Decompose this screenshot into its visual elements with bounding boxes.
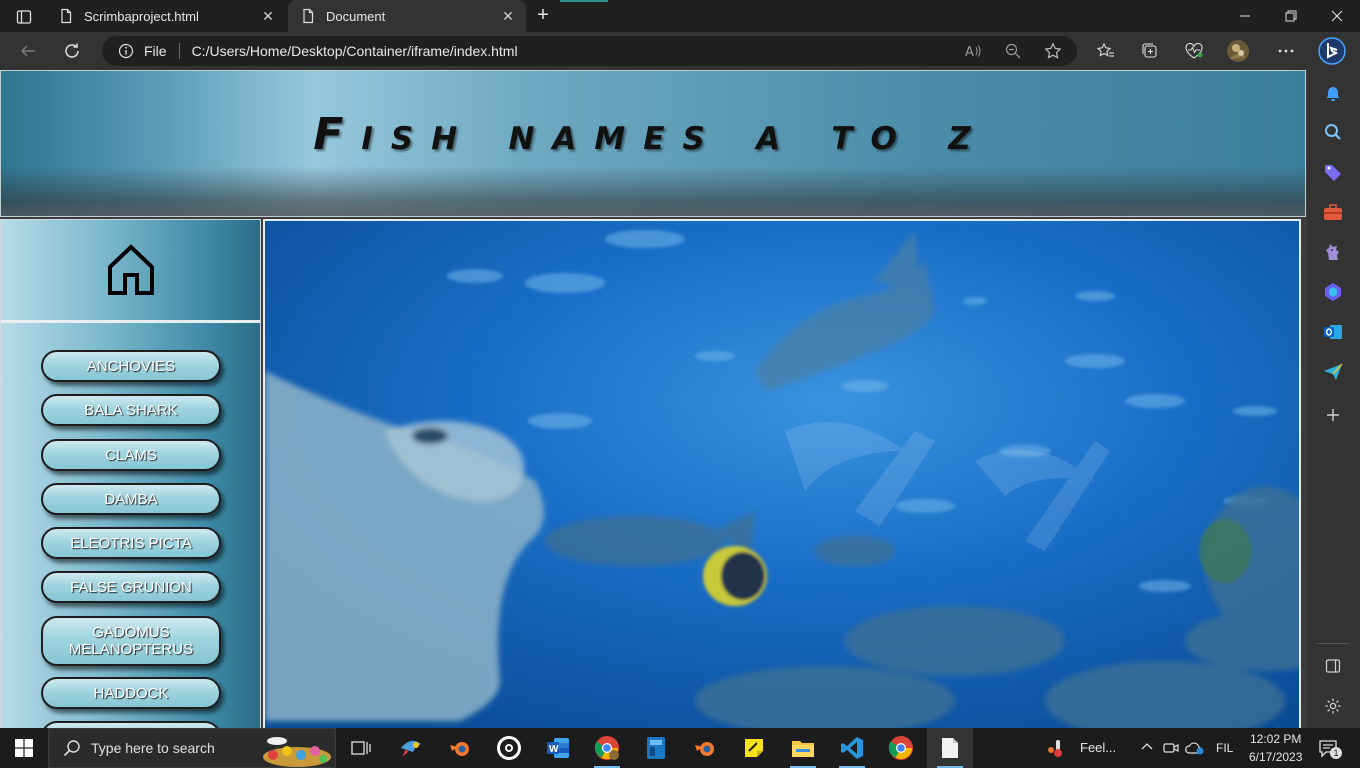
nav-button-haddock[interactable]: HADDOCK bbox=[41, 677, 221, 709]
tab-actions-icon[interactable] bbox=[8, 6, 40, 28]
search-highlight-image bbox=[263, 737, 331, 767]
refresh-button[interactable] bbox=[57, 36, 87, 66]
outlook-icon[interactable] bbox=[1322, 321, 1344, 343]
nav-button-clams[interactable]: CLAMS bbox=[41, 439, 221, 471]
home-icon bbox=[107, 244, 154, 295]
profile-avatar[interactable] bbox=[1223, 36, 1253, 66]
search-icon bbox=[63, 739, 81, 757]
onedrive-network-icon[interactable] bbox=[1185, 740, 1205, 756]
notifications-bell-icon[interactable] bbox=[1322, 82, 1344, 104]
chrome-icon[interactable] bbox=[878, 728, 924, 768]
browser-toolbar: File C:/Users/Home/Desktop/Container/ifr… bbox=[0, 32, 1360, 70]
document-icon bbox=[58, 8, 74, 24]
sticky-notes-icon[interactable] bbox=[731, 728, 777, 768]
url-scheme: File bbox=[144, 43, 167, 59]
info-icon[interactable] bbox=[118, 43, 134, 59]
vscode-icon[interactable] bbox=[829, 728, 875, 768]
tab-accent-line bbox=[560, 0, 608, 2]
side-nav: ANCHOVIES BALA SHARK CLAMS DAMBA ELEOTRI… bbox=[0, 219, 261, 728]
obs-studio-icon[interactable] bbox=[486, 728, 532, 768]
nav-button-gadomus-melanopterus[interactable]: GADOMUS MELANOPTERUS bbox=[41, 616, 221, 666]
calculator-app-icon[interactable] bbox=[633, 728, 679, 768]
task-view-icon[interactable] bbox=[338, 728, 384, 768]
read-aloud-icon[interactable]: A bbox=[958, 36, 988, 66]
divider bbox=[1317, 643, 1349, 644]
close-icon[interactable]: ✕ bbox=[500, 8, 516, 24]
blender-icon[interactable] bbox=[682, 728, 728, 768]
page-title: Fish names a to z bbox=[313, 109, 989, 160]
tab-scrimbaproject[interactable]: Scrimbaproject.html ✕ bbox=[46, 0, 286, 32]
svg-text:W: W bbox=[549, 744, 559, 755]
word-icon[interactable]: W bbox=[535, 728, 581, 768]
home-button[interactable] bbox=[1, 220, 260, 323]
windows-icon bbox=[15, 739, 33, 757]
site-header: Fish names a to z bbox=[0, 70, 1306, 217]
close-icon[interactable]: ✕ bbox=[260, 8, 276, 24]
language-indicator[interactable]: FIL bbox=[1216, 741, 1233, 755]
tab-document[interactable]: Document ✕ bbox=[288, 0, 526, 32]
nav-button-false-grunion[interactable]: FALSE GRUNION bbox=[41, 571, 221, 603]
notepad-document-icon[interactable] bbox=[927, 728, 973, 768]
clock-time[interactable]: 12:02 PM bbox=[1250, 732, 1301, 746]
start-button[interactable] bbox=[0, 728, 48, 768]
collections-icon[interactable] bbox=[1135, 36, 1165, 66]
divider bbox=[178, 43, 180, 59]
address-bar[interactable]: File C:/Users/Home/Desktop/Container/ifr… bbox=[102, 36, 1077, 66]
camera-icon[interactable] bbox=[1163, 740, 1179, 756]
tab-strip: Scrimbaproject.html ✕ Document ✕ + bbox=[0, 0, 1360, 32]
favorite-star-icon[interactable] bbox=[1038, 36, 1068, 66]
settings-gear-icon[interactable] bbox=[1322, 695, 1344, 717]
tools-icon[interactable] bbox=[1322, 201, 1344, 223]
paint-app-icon[interactable] bbox=[388, 728, 434, 768]
taskbar: Type here to search W Feel... FIL 12:02 … bbox=[0, 728, 1360, 768]
restore-button[interactable] bbox=[1268, 0, 1314, 32]
file-explorer-icon[interactable] bbox=[780, 728, 826, 768]
nav-button-bala-shark[interactable]: BALA SHARK bbox=[41, 394, 221, 426]
underwater-image bbox=[265, 221, 1299, 728]
edge-sidebar bbox=[1306, 70, 1360, 728]
search-placeholder: Type here to search bbox=[91, 740, 215, 756]
tab-label: Scrimbaproject.html bbox=[84, 8, 199, 24]
notification-count-badge: 1 bbox=[1330, 747, 1342, 759]
games-icon[interactable] bbox=[1322, 241, 1344, 263]
blender-icon[interactable] bbox=[437, 728, 483, 768]
microsoft-365-icon[interactable] bbox=[1322, 281, 1344, 303]
search-icon[interactable] bbox=[1322, 121, 1344, 143]
drop-send-icon[interactable] bbox=[1322, 361, 1344, 383]
shopping-tag-icon[interactable] bbox=[1322, 161, 1344, 183]
chevron-up-icon[interactable] bbox=[1140, 740, 1154, 754]
new-tab-button[interactable]: + bbox=[532, 5, 554, 26]
nav-button-anchovies[interactable]: ANCHOVIES bbox=[41, 350, 221, 382]
bing-copilot-icon[interactable] bbox=[1317, 36, 1347, 66]
taskbar-search[interactable]: Type here to search bbox=[48, 728, 336, 768]
document-icon bbox=[300, 8, 316, 24]
back-button[interactable] bbox=[13, 36, 43, 66]
clock-date[interactable]: 6/17/2023 bbox=[1249, 750, 1302, 764]
chrome-profile-icon[interactable] bbox=[584, 728, 630, 768]
zoom-out-icon[interactable] bbox=[998, 36, 1028, 66]
tab-label: Document bbox=[326, 8, 386, 24]
minimize-button[interactable] bbox=[1222, 0, 1268, 32]
page-viewport: Fish names a to z ANCHOVIES BALA SHARK C… bbox=[0, 70, 1306, 728]
hide-sidebar-icon[interactable] bbox=[1322, 655, 1344, 677]
notification-center-icon[interactable]: 1 bbox=[1318, 738, 1342, 760]
main-image-frame bbox=[263, 219, 1301, 728]
favorites-icon[interactable] bbox=[1091, 36, 1121, 66]
browser-essentials-icon[interactable] bbox=[1179, 36, 1209, 66]
close-window-button[interactable] bbox=[1314, 0, 1360, 32]
add-icon[interactable] bbox=[1322, 404, 1344, 426]
svg-text:A: A bbox=[965, 45, 974, 59]
nav-button-eleotris-picta[interactable]: ELEOTRIS PICTA bbox=[41, 527, 221, 559]
more-options-icon[interactable] bbox=[1271, 36, 1301, 66]
url-text[interactable]: C:/Users/Home/Desktop/Container/iframe/i… bbox=[192, 43, 518, 59]
weather-temperature-icon[interactable] bbox=[1046, 738, 1066, 758]
nav-button-damba[interactable]: DAMBA bbox=[41, 483, 221, 515]
weather-text[interactable]: Feel... bbox=[1080, 740, 1116, 755]
nav-button-next[interactable] bbox=[41, 721, 221, 728]
